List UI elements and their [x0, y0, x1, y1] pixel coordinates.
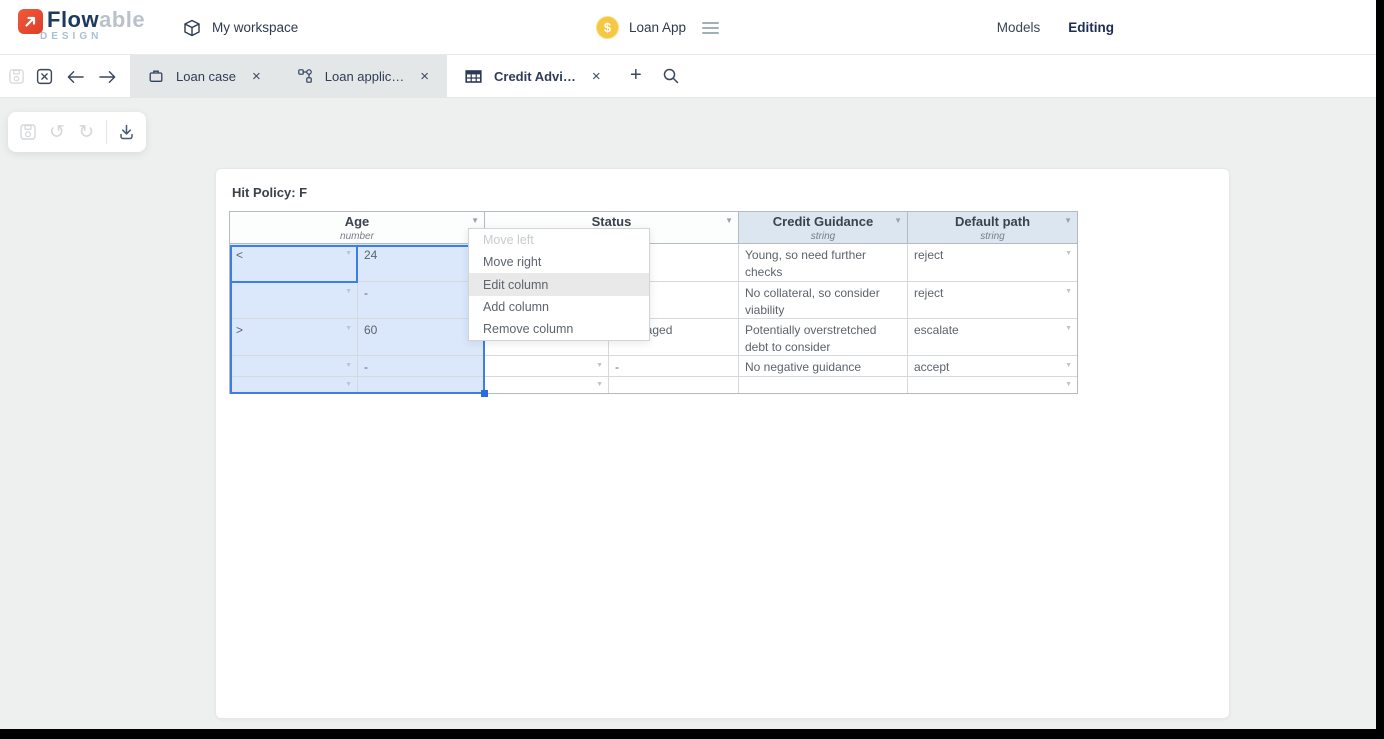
cell-age-operator[interactable]: ▼ [230, 282, 358, 319]
close-icon[interactable]: × [248, 67, 265, 86]
tab-credit-advice[interactable]: Credit Advi… × [447, 55, 619, 97]
menu-item-move-right[interactable]: Move right [469, 251, 649, 273]
workspace-label: My workspace [212, 20, 298, 35]
filter-icon[interactable]: ▼ [471, 216, 479, 225]
app-switcher: $ Loan App [596, 0, 719, 55]
header-nav: Models Editing [997, 0, 1114, 55]
filter-icon[interactable]: ▼ [894, 216, 902, 225]
selection-fill-handle[interactable] [481, 390, 488, 397]
dropdown-icon[interactable]: ▼ [596, 361, 603, 371]
forward-arrow-button[interactable] [98, 67, 117, 86]
top-header: Flowable DESIGN My workspace $ Loan App … [0, 0, 1376, 55]
logo-subtitle: DESIGN [40, 31, 102, 42]
dropdown-icon[interactable]: ▼ [596, 380, 603, 390]
tab-loan-case[interactable]: Loan case × [130, 55, 279, 97]
search-icon[interactable] [662, 67, 680, 85]
cell-default-path[interactable]: reject▼ [908, 244, 1077, 282]
decision-table-card: Hit Policy: F Age number ▼ Status ▼ Cred… [215, 168, 1230, 719]
workspace-selector[interactable]: My workspace [182, 0, 298, 55]
flowable-logo: Flowable [18, 7, 145, 34]
cell-age-value[interactable]: - [358, 356, 485, 377]
inactive-tabs-group: Loan case × Loan applic… × [130, 55, 447, 97]
dropdown-icon[interactable]: ▼ [1065, 287, 1072, 297]
logo-wordmark: Flowable [47, 7, 145, 33]
close-icon[interactable]: × [588, 67, 605, 86]
tab-label: Credit Advi… [494, 69, 576, 84]
column-header-age[interactable]: Age number ▼ [230, 212, 485, 244]
cell-credit-guidance[interactable]: Young, so need further checks [739, 244, 908, 282]
column-header-default-path[interactable]: Default path string ▼ [908, 212, 1077, 244]
cell-status-operator[interactable]: ▼ [485, 377, 609, 393]
cell-default-path[interactable]: escalate▼ [908, 319, 1077, 356]
redo-icon[interactable]: ↻ [77, 121, 96, 143]
new-tab-button[interactable]: + [630, 64, 642, 87]
download-button[interactable] [117, 121, 136, 143]
cell-age-operator[interactable]: >▼ [230, 319, 358, 356]
menu-item-add-column[interactable]: Add column [469, 296, 649, 318]
menu-item-remove-column[interactable]: Remove column [469, 318, 649, 340]
dropdown-icon[interactable]: ▼ [1065, 324, 1072, 334]
nav-editing[interactable]: Editing [1068, 20, 1114, 35]
cell-credit-guidance[interactable]: Potentially overstretched debt to consid… [739, 319, 908, 356]
tab-loan-application[interactable]: Loan applic… × [279, 55, 447, 97]
app-menu-icon[interactable] [702, 22, 719, 34]
cell-credit-guidance[interactable] [739, 377, 908, 393]
cell-age-value[interactable]: 60 [358, 319, 485, 356]
app-name-label: Loan App [629, 20, 686, 35]
cell-credit-guidance[interactable]: No negative guidance [739, 356, 908, 377]
dropdown-icon[interactable]: ▼ [345, 287, 352, 297]
dropdown-icon[interactable]: ▼ [1065, 380, 1072, 390]
decision-table-icon [465, 69, 482, 84]
editor-toolbar: ↺ ↻ [8, 112, 146, 152]
hit-policy-label: Hit Policy: F [232, 185, 307, 200]
cube-icon [182, 18, 202, 38]
save-all-button[interactable] [7, 67, 26, 86]
decision-table-header: Age number ▼ Status ▼ Credit Guidance st… [230, 212, 1077, 244]
column-header-credit-guidance[interactable]: Credit Guidance string ▼ [739, 212, 908, 244]
tab-label: Loan case [176, 69, 236, 84]
close-icon[interactable]: × [416, 67, 433, 86]
menu-item-edit-column[interactable]: Edit column [469, 273, 649, 295]
cell-age-value[interactable]: 24 [358, 244, 485, 282]
cell-status-value[interactable]: - [609, 356, 739, 377]
briefcase-icon [148, 68, 164, 84]
filter-icon[interactable]: ▼ [725, 216, 733, 225]
cell-status-operator[interactable]: ▼ [485, 356, 609, 377]
dropdown-icon[interactable]: ▼ [345, 324, 352, 334]
filter-icon[interactable]: ▼ [1064, 216, 1072, 225]
dropdown-icon[interactable]: ▼ [1065, 249, 1072, 259]
app-window: Flowable DESIGN My workspace $ Loan App … [0, 0, 1376, 729]
tab-label: Loan applic… [325, 69, 405, 84]
decision-table-body: <▼ 24 ▼ Young, so need further checks re… [230, 244, 1077, 393]
dropdown-icon[interactable]: ▼ [345, 380, 352, 390]
undo-icon[interactable]: ↺ [47, 121, 66, 143]
loan-app-icon: $ [596, 16, 619, 39]
back-arrow-button[interactable] [66, 67, 85, 86]
cell-age-operator[interactable]: ▼ [230, 377, 358, 393]
cell-age-value[interactable]: - [358, 282, 485, 319]
cell-default-path[interactable]: ▼ [908, 377, 1077, 393]
column-context-menu: Move left Move right Edit column Add col… [468, 228, 650, 341]
tab-strip: Loan case × Loan applic… × Credit Advi… … [0, 55, 1376, 98]
toolbar-divider [106, 120, 107, 144]
decision-table: Age number ▼ Status ▼ Credit Guidance st… [229, 211, 1078, 394]
save-button[interactable] [18, 121, 37, 143]
menu-item-move-left[interactable]: Move left [469, 229, 649, 251]
cell-age-value[interactable] [358, 377, 485, 393]
cell-default-path[interactable]: accept▼ [908, 356, 1077, 377]
cell-default-path[interactable]: reject▼ [908, 282, 1077, 319]
cell-credit-guidance[interactable]: No collateral, so consider viability [739, 282, 908, 319]
close-all-tabs-button[interactable] [35, 67, 54, 86]
cell-age-operator[interactable]: <▼ [230, 244, 358, 282]
dropdown-icon[interactable]: ▼ [345, 249, 352, 259]
cell-age-operator[interactable]: ▼ [230, 356, 358, 377]
cell-status-value[interactable] [609, 377, 739, 393]
dropdown-icon[interactable]: ▼ [1065, 361, 1072, 371]
case-model-icon [297, 68, 313, 84]
nav-models[interactable]: Models [997, 20, 1041, 35]
dropdown-icon[interactable]: ▼ [345, 361, 352, 371]
